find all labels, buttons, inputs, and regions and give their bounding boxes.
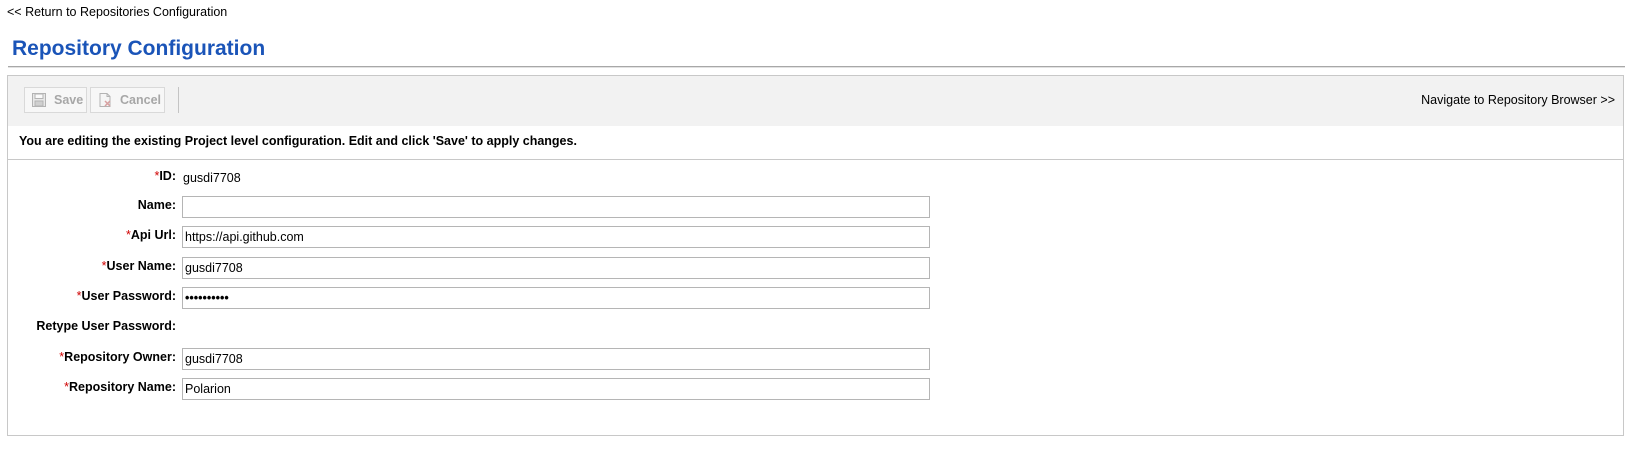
user-name-row: *User Name: (8, 257, 1623, 281)
user-password-label: *User Password: (76, 289, 176, 303)
save-button[interactable]: Save (24, 87, 87, 113)
info-divider (8, 159, 1623, 160)
api-url-row: *Api Url: (8, 226, 1623, 250)
name-field[interactable] (182, 196, 930, 218)
info-message: You are editing the existing Project lev… (19, 134, 577, 148)
user-name-field[interactable] (182, 257, 930, 279)
floppy-disk-icon (31, 92, 47, 108)
id-row: *ID: gusdi7708 (8, 167, 1623, 191)
page-title: Repository Configuration (12, 37, 266, 60)
api-url-field[interactable] (182, 226, 930, 248)
name-label: Name: (137, 198, 176, 212)
repository-name-field[interactable] (182, 378, 930, 400)
repository-name-label: *Repository Name: (64, 380, 176, 394)
name-row: Name: (8, 196, 1623, 220)
cancel-button-label: Cancel (120, 93, 161, 107)
user-name-label: *User Name: (101, 259, 176, 273)
api-url-label: *Api Url: (125, 228, 176, 242)
retype-password-label: Retype User Password: (36, 319, 176, 333)
cancel-document-icon (97, 92, 113, 108)
repository-owner-label: *Repository Owner: (59, 350, 176, 364)
id-label: *ID: (154, 169, 176, 183)
repository-name-row: *Repository Name: (8, 378, 1623, 402)
toolbar-separator (178, 87, 179, 113)
navigate-to-repository-browser-link[interactable]: Navigate to Repository Browser >> (1421, 93, 1615, 107)
repository-owner-field[interactable] (182, 348, 930, 370)
id-value: gusdi7708 (183, 171, 241, 185)
user-password-field[interactable] (182, 287, 930, 309)
title-divider (8, 66, 1625, 68)
repository-owner-row: *Repository Owner: (8, 348, 1623, 372)
cancel-button[interactable]: Cancel (90, 87, 165, 113)
user-password-row: *User Password: (8, 287, 1623, 311)
toolbar: Save Cancel Navigate to Repository Brows… (8, 76, 1623, 126)
configuration-panel: Save Cancel Navigate to Repository Brows… (7, 75, 1624, 436)
retype-password-row: Retype User Password: (8, 317, 1623, 341)
return-to-repositories-link[interactable]: << Return to Repositories Configuration (7, 5, 227, 19)
save-button-label: Save (54, 93, 84, 107)
